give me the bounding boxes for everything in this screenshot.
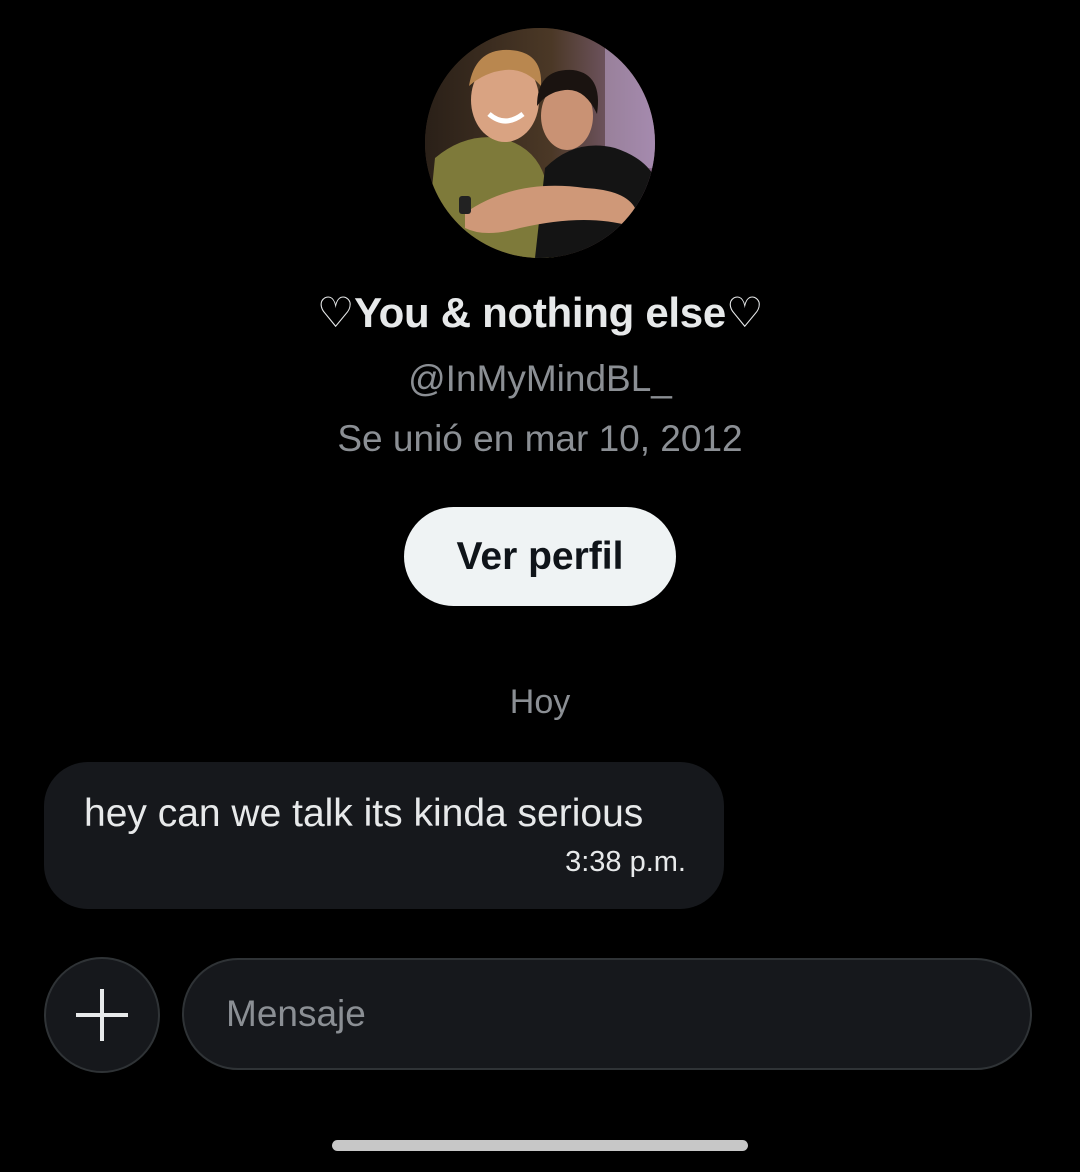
profile-joined-date: Se unió en mar 10, 2012 bbox=[337, 418, 743, 459]
date-divider: Hoy bbox=[509, 683, 571, 721]
profile-display-name: ♡You & nothing else♡ bbox=[316, 289, 764, 336]
home-indicator[interactable] bbox=[332, 1140, 748, 1151]
plus-icon bbox=[76, 989, 128, 1041]
message-text: hey can we talk its kinda serious bbox=[84, 792, 644, 835]
message-input[interactable] bbox=[226, 960, 986, 1068]
add-attachment-button[interactable] bbox=[44, 957, 160, 1073]
profile-handle: @InMyMindBL_ bbox=[408, 358, 672, 399]
view-profile-button[interactable]: Ver perfil bbox=[404, 507, 676, 606]
message-composer[interactable] bbox=[182, 958, 1032, 1070]
message-bubble[interactable]: hey can we talk its kinda serious 3:38 p… bbox=[44, 762, 724, 909]
profile-avatar[interactable] bbox=[425, 28, 655, 258]
message-timestamp: 3:38 p.m. bbox=[565, 846, 686, 878]
